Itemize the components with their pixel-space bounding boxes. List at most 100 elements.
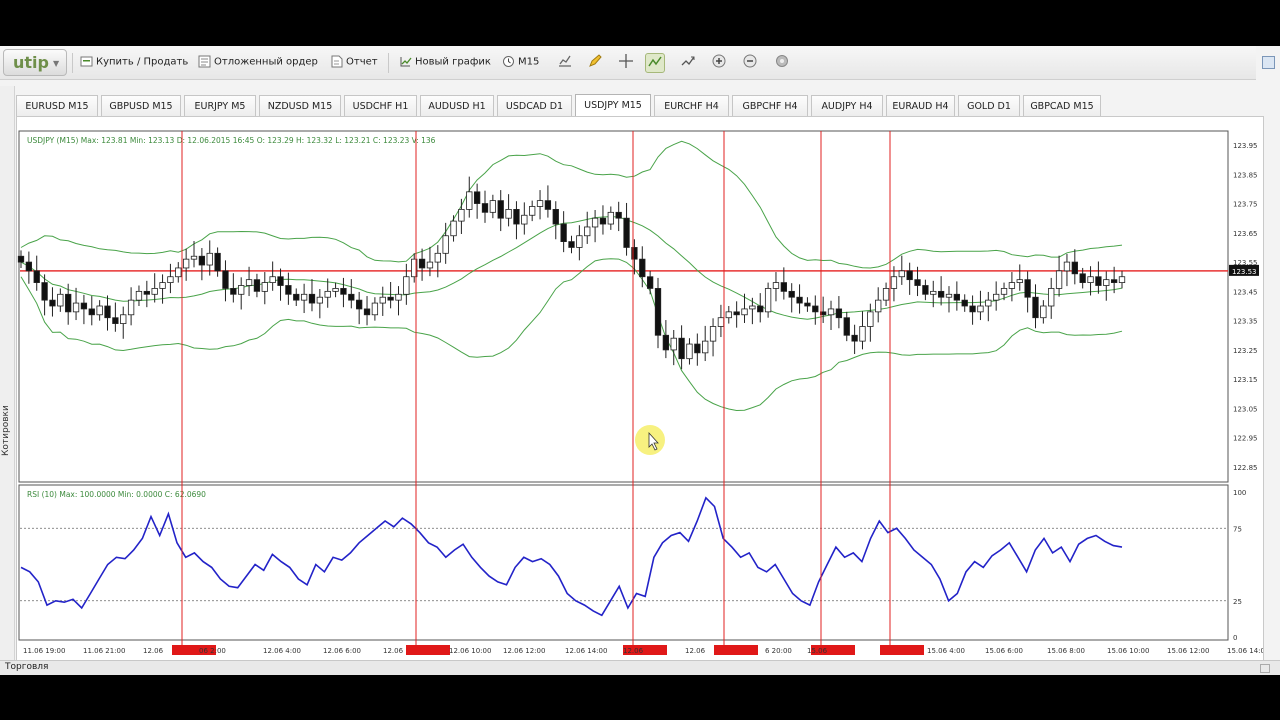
candle-body bbox=[764, 288, 772, 313]
candle-body bbox=[529, 206, 536, 216]
tab-audusd-h1[interactable]: AUDUSD H1 bbox=[420, 95, 494, 117]
candle-body bbox=[481, 203, 489, 213]
candle-body bbox=[961, 299, 968, 307]
tab-usdjpy-m15[interactable]: USDJPY M15 bbox=[575, 94, 651, 118]
candle-body bbox=[513, 209, 520, 225]
draw-tool-button[interactable] bbox=[585, 53, 605, 73]
candle-body bbox=[639, 258, 646, 278]
candle-body bbox=[560, 223, 567, 242]
chart-style-button[interactable] bbox=[555, 53, 575, 73]
candle-body bbox=[945, 293, 953, 298]
tab-usdchf-h1[interactable]: USDCHF H1 bbox=[344, 95, 417, 117]
chevron-down-icon: ▼ bbox=[52, 59, 60, 68]
crosshair-icon bbox=[619, 54, 633, 68]
candle-body bbox=[434, 252, 441, 263]
candle-body bbox=[49, 299, 56, 307]
candle-body bbox=[835, 308, 843, 319]
candle-body bbox=[245, 279, 253, 286]
candle-body bbox=[1095, 276, 1102, 286]
trading-tab-label[interactable]: Торговля bbox=[5, 662, 48, 672]
tab-usdcad-d1[interactable]: USDCAD D1 bbox=[497, 95, 572, 117]
time-tick-label: 12.06 10:00 bbox=[449, 647, 491, 655]
candle-body bbox=[17, 255, 25, 263]
candle-body bbox=[332, 288, 339, 292]
pending-order-label: Отложенный ордер bbox=[214, 56, 318, 68]
tab-euraud-h4[interactable]: EURAUD H4 bbox=[886, 95, 955, 117]
candle-body bbox=[127, 299, 135, 316]
price-tick-label: 123.75 bbox=[1233, 201, 1258, 209]
buy-sell-button[interactable]: Купить / Продать bbox=[80, 55, 188, 68]
candle-body bbox=[1032, 296, 1039, 319]
quotes-side-panel[interactable]: Котировки bbox=[0, 86, 15, 666]
window-icon[interactable] bbox=[1262, 56, 1275, 69]
candle-body bbox=[88, 308, 95, 316]
indicators-button[interactable] bbox=[645, 53, 665, 73]
candle-body bbox=[930, 290, 937, 295]
time-tick-label: 06 2:00 bbox=[199, 647, 226, 655]
candle-body bbox=[694, 343, 701, 354]
time-tick-label: 6 20:00 bbox=[765, 647, 792, 655]
resize-grip-icon[interactable] bbox=[1260, 664, 1270, 673]
candle-body bbox=[190, 255, 198, 260]
candle-body bbox=[505, 209, 512, 219]
trend-icon bbox=[681, 56, 695, 66]
candle-body bbox=[143, 290, 150, 295]
candle-body bbox=[890, 276, 898, 289]
candle-body bbox=[757, 305, 764, 313]
price-tick-label: 123.15 bbox=[1233, 376, 1258, 384]
candle-body bbox=[497, 200, 504, 219]
candle-body bbox=[379, 296, 386, 304]
candle-body bbox=[182, 258, 190, 269]
candle-body bbox=[214, 252, 221, 272]
timeframe-button[interactable]: M15 bbox=[502, 55, 539, 68]
new-chart-icon bbox=[400, 57, 412, 67]
tab-gbpusd-m15[interactable]: GBPUSD M15 bbox=[101, 95, 181, 117]
clock-icon bbox=[503, 56, 514, 67]
candle-body bbox=[1071, 261, 1078, 275]
candle-body bbox=[591, 217, 599, 228]
tab-audjpy-h4[interactable]: AUDJPY H4 bbox=[811, 95, 883, 117]
candle-body bbox=[308, 293, 316, 304]
candle-body bbox=[584, 226, 591, 237]
time-tick-label: 12.06 bbox=[623, 647, 644, 655]
report-button[interactable]: Отчет bbox=[330, 55, 378, 68]
candle-body bbox=[568, 241, 575, 248]
candle-body bbox=[851, 334, 858, 342]
candle-body bbox=[442, 235, 449, 254]
time-tick-label: 15.06 8:00 bbox=[1047, 647, 1085, 655]
candle-body bbox=[654, 288, 662, 336]
price-tick-label: 123.35 bbox=[1233, 318, 1258, 326]
tab-gold-d1[interactable]: GOLD D1 bbox=[958, 95, 1020, 117]
tab-nzdusd-m15[interactable]: NZDUSD M15 bbox=[259, 95, 341, 117]
utip-logo-menu[interactable]: utip ▼ bbox=[3, 49, 67, 76]
price-tick-label: 122.85 bbox=[1233, 464, 1258, 472]
zoom-in-button[interactable] bbox=[709, 53, 729, 73]
buy-sell-icon bbox=[80, 56, 93, 67]
zoom-out-button[interactable] bbox=[740, 53, 760, 73]
usdjpy-chart[interactable]: USDJPY (M15) Max: 123.81 Min: 123.13 D: … bbox=[17, 117, 1269, 661]
timeframe-label: M15 bbox=[518, 56, 540, 68]
candle-body bbox=[796, 296, 803, 304]
candle-body bbox=[96, 305, 103, 316]
candle-body bbox=[859, 326, 866, 342]
chart-area[interactable]: USDJPY (M15) Max: 123.81 Min: 123.13 D: … bbox=[16, 116, 1269, 662]
signal-time-highlight bbox=[880, 645, 924, 655]
tab-eurchf-h4[interactable]: EURCHF H4 bbox=[654, 95, 729, 117]
crosshair-button[interactable] bbox=[616, 53, 636, 73]
candle-body bbox=[1000, 288, 1008, 295]
candle-body bbox=[906, 270, 913, 281]
tab-eurjpy-m5[interactable]: EURJPY M5 bbox=[184, 95, 256, 117]
settings-button[interactable] bbox=[772, 53, 792, 73]
candle-body bbox=[324, 290, 331, 298]
time-tick-label: 15.06 6:00 bbox=[985, 647, 1023, 655]
candle-body bbox=[741, 308, 748, 316]
new-chart-button[interactable]: Новый график bbox=[399, 55, 491, 68]
trend-button[interactable] bbox=[678, 53, 698, 73]
tab-eurusd-m15[interactable]: EURUSD M15 bbox=[16, 95, 98, 117]
candle-body bbox=[238, 285, 245, 295]
candle-body bbox=[953, 293, 961, 301]
tab-gbpcad-m15[interactable]: GBPCAD M15 bbox=[1023, 95, 1101, 117]
tab-gbpchf-h4[interactable]: GBPCHF H4 bbox=[732, 95, 808, 117]
time-tick-label: 11.06 21:00 bbox=[83, 647, 125, 655]
pending-order-button[interactable]: Отложенный ордер bbox=[198, 55, 318, 68]
